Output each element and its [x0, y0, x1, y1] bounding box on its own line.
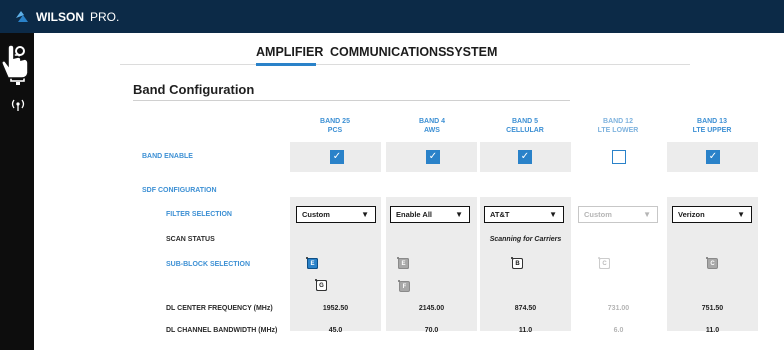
sdf-configuration-label: SDF CONFIGURATION — [142, 187, 217, 194]
band5-filter-select[interactable]: AT&T ▼ — [484, 206, 564, 223]
band5-dl-center-frequency: 874.50 — [514, 305, 537, 312]
title-divider — [133, 100, 570, 101]
band13-dl-center-frequency: 751.50 — [701, 305, 724, 312]
sub-block-button[interactable]: E — [398, 258, 409, 269]
logo-icon — [16, 11, 28, 22]
col-header-band13: BAND 13 LTE UPPER — [692, 118, 732, 134]
sub-block-button[interactable]: B — [512, 258, 523, 269]
band4-subblock-group-2: F — [398, 280, 410, 292]
brand-name: WILSON — [36, 10, 84, 24]
col-header-band12: BAND 12 LTE LOWER — [597, 118, 639, 134]
tab-system[interactable]: SYSTEM — [446, 45, 497, 59]
tab-communications[interactable]: COMMUNICATIONS — [330, 45, 446, 59]
band4-dl-channel-bandwidth: 70.0 — [424, 327, 439, 334]
main-nav: AMPLIFIER COMMUNICATIONS SYSTEM — [0, 45, 784, 65]
band5-scan-status: Scanning for Carriers — [489, 236, 562, 243]
band25-subblock-group-1: A D B E — [306, 257, 318, 269]
band5-subblock-group: A B — [511, 257, 523, 269]
col-header-band5: BAND 5 CELLULAR — [506, 118, 544, 134]
dl-center-frequency-label: DL CENTER FREQUENCY (MHz) — [166, 305, 273, 312]
band-enable-label: BAND ENABLE — [142, 153, 193, 160]
band12-dl-channel-bandwidth: 6.0 — [613, 327, 624, 334]
active-tab-indicator — [256, 63, 316, 66]
band4-enable-checkbox[interactable]: ✓ — [426, 150, 440, 164]
band5-dl-channel-bandwidth: 11.0 — [518, 327, 533, 334]
sub-block-button[interactable]: G — [316, 280, 327, 291]
dl-channel-bandwidth-label: DL CHANNEL BANDWIDTH (MHz) — [166, 327, 278, 334]
band12-subblock-group: A B C — [598, 257, 610, 269]
band12-enable-checkbox[interactable] — [612, 150, 626, 164]
band4-filter-select[interactable]: Enable All ▼ — [390, 206, 470, 223]
band12-dl-center-frequency: 731.00 — [607, 305, 630, 312]
band5-enable-checkbox[interactable]: ✓ — [518, 150, 532, 164]
sub-block-button[interactable]: C — [599, 258, 610, 269]
band13-subblock-group: C — [706, 257, 718, 269]
brand-suffix: PRO. — [90, 10, 120, 24]
band4-subblock-group-1: A D B E — [397, 257, 409, 269]
top-bar: WILSON PRO. — [0, 0, 784, 33]
brand-logo[interactable]: WILSON PRO. — [14, 9, 119, 25]
chevron-down-icon: ▼ — [549, 210, 557, 219]
sub-block-button[interactable]: E — [307, 258, 318, 269]
section-title: Band Configuration — [133, 82, 255, 97]
chevron-down-icon: ▼ — [455, 210, 463, 219]
tab-amplifier[interactable]: AMPLIFIER — [256, 45, 323, 59]
band13-enable-checkbox[interactable]: ✓ — [706, 150, 720, 164]
sub-block-button[interactable]: F — [399, 281, 410, 292]
antenna-icon[interactable] — [9, 95, 27, 113]
filter-selection-label: FILTER SELECTION — [166, 211, 232, 218]
band4-dl-center-frequency: 2145.00 — [418, 305, 445, 312]
scan-status-label: SCAN STATUS — [166, 236, 215, 243]
chevron-down-icon: ▼ — [737, 210, 745, 219]
band13-dl-channel-bandwidth: 11.0 — [705, 327, 720, 334]
sub-block-selection-label: SUB-BLOCK SELECTION — [166, 261, 250, 268]
chevron-down-icon: ▼ — [643, 210, 651, 219]
band25-dl-center-frequency: 1952.50 — [322, 305, 349, 312]
band25-subblock-group-2: F C G — [315, 279, 327, 291]
band25-filter-select[interactable]: Custom ▼ — [296, 206, 376, 223]
sub-block-button[interactable]: C — [707, 258, 718, 269]
nav-divider — [120, 64, 690, 65]
band25-dl-channel-bandwidth: 45.0 — [328, 327, 343, 334]
band25-enable-checkbox[interactable]: ✓ — [330, 150, 344, 164]
band13-filter-select[interactable]: Verizon ▼ — [672, 206, 752, 223]
sidebar — [0, 33, 34, 350]
band12-filter-select[interactable]: Custom ▼ — [578, 206, 658, 223]
chevron-down-icon: ▼ — [361, 210, 369, 219]
col-header-band4: BAND 4 AWS — [418, 118, 446, 134]
col-header-band25: BAND 25 PCS — [320, 118, 350, 134]
